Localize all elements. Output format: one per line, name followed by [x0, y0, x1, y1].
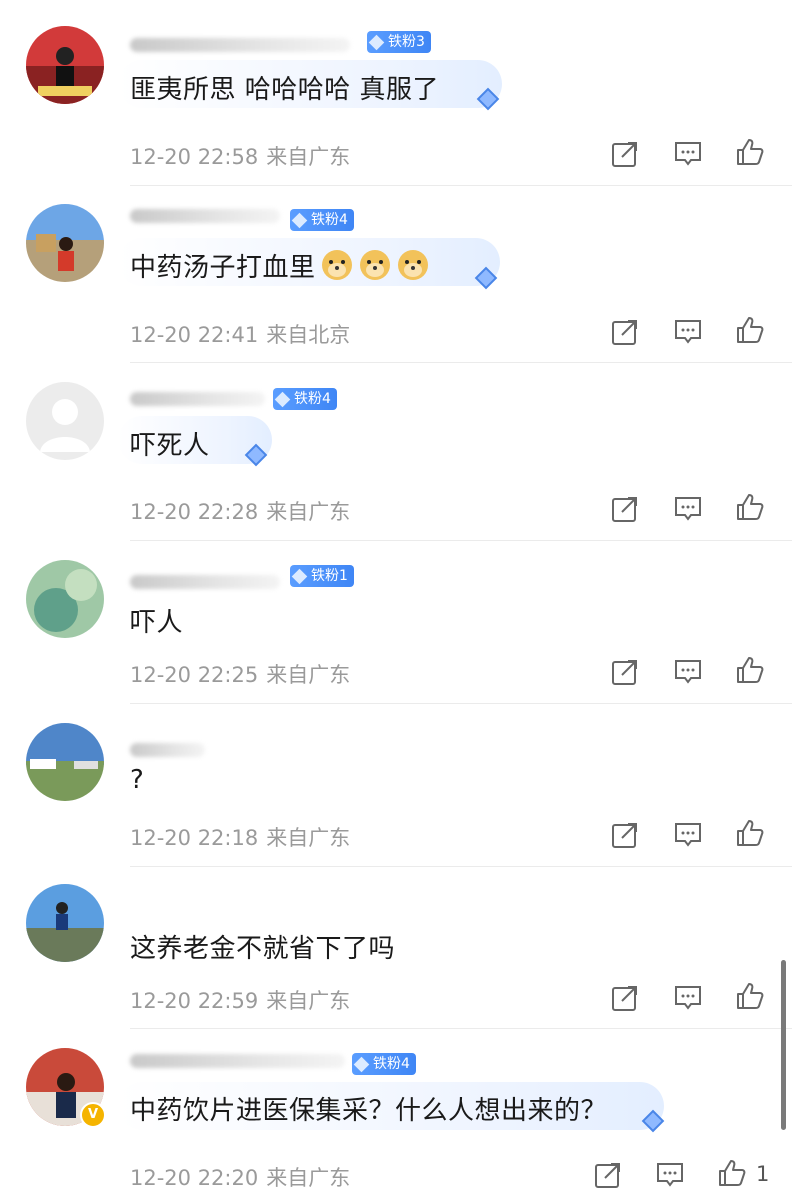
avatar[interactable] — [26, 26, 104, 104]
comment-time: 12-20 22:25 — [130, 663, 259, 687]
fan-badge[interactable]: 铁粉3 — [367, 31, 431, 53]
username-redacted[interactable] — [130, 38, 350, 52]
thumbs-up-icon[interactable] — [735, 655, 765, 685]
comment-icon[interactable] — [655, 1160, 685, 1190]
fan-badge[interactable]: 铁粉4 — [352, 1053, 416, 1075]
comment-icon[interactable] — [673, 317, 703, 347]
scrollbar[interactable] — [781, 960, 786, 1130]
divider — [130, 866, 792, 867]
diamond-icon — [353, 1056, 370, 1072]
thumbs-up-icon[interactable] — [735, 315, 765, 345]
like-count: 1 — [756, 1162, 770, 1186]
comment-meta: 12-20 22:59 来自广东 — [130, 985, 358, 1015]
comment-location: 来自广东 — [266, 500, 351, 524]
comment-time: 12-20 22:59 — [130, 989, 259, 1013]
username-redacted[interactable] — [130, 1054, 345, 1068]
comment-text: 吓人 — [130, 608, 184, 638]
diamond-icon — [368, 34, 385, 50]
fan-badge[interactable]: 铁粉4 — [290, 209, 354, 231]
diamond-icon — [274, 391, 291, 407]
share-icon[interactable] — [610, 657, 640, 687]
divider — [130, 1028, 792, 1029]
thumbs-up-icon[interactable] — [735, 137, 765, 167]
comment-location: 来自广东 — [266, 663, 351, 687]
comment-icon[interactable] — [673, 820, 703, 850]
fan-badge[interactable]: 铁粉1 — [290, 565, 354, 587]
comment-text: 中药汤子打血里 — [130, 247, 430, 284]
comment-text: 中药饮片进医保集采？什么人想出来的？ — [130, 1096, 608, 1126]
avatar[interactable] — [26, 204, 104, 282]
share-icon[interactable] — [610, 494, 640, 524]
avatar[interactable] — [26, 382, 104, 460]
comment-time: 12-20 22:18 — [130, 826, 259, 850]
comment-meta: 12-20 22:41 来自北京 — [130, 319, 358, 349]
comment-text: 匪夷所思 哈哈哈哈 真服了 — [130, 75, 440, 105]
comment-meta: 12-20 22:18 来自广东 — [130, 822, 358, 852]
username-redacted[interactable] — [130, 392, 265, 406]
comment-meta: 12-20 22:58 来自广东 — [130, 141, 358, 171]
comment-location: 来自广东 — [266, 826, 351, 850]
gem-decoration-icon — [641, 1109, 665, 1133]
verified-v-icon: V — [80, 1102, 106, 1128]
comment-text: 吓死人 — [130, 431, 210, 461]
share-icon[interactable] — [610, 139, 640, 169]
comment-icon[interactable] — [673, 494, 703, 524]
comment-location: 来自北京 — [266, 323, 351, 347]
comment-icon[interactable] — [673, 139, 703, 169]
fan-badge[interactable]: 铁粉4 — [273, 388, 337, 410]
diamond-icon — [291, 212, 308, 228]
comment-icon[interactable] — [673, 657, 703, 687]
divider — [130, 362, 792, 363]
comment-icon[interactable] — [673, 983, 703, 1013]
gem-decoration-icon — [476, 87, 500, 111]
thumbs-up-icon[interactable] — [717, 1158, 747, 1188]
comment-time: 12-20 22:20 — [130, 1166, 259, 1190]
thumbs-up-icon[interactable] — [735, 818, 765, 848]
comment-time: 12-20 22:28 — [130, 500, 259, 524]
avatar[interactable] — [26, 723, 104, 801]
comment-text: ? — [130, 765, 145, 795]
doge-emoji-icon — [397, 250, 428, 280]
divider — [130, 540, 792, 541]
gem-decoration-icon — [474, 266, 498, 290]
comment-location: 来自广东 — [266, 1166, 351, 1190]
comment-meta: 12-20 22:20 来自广东 — [130, 1162, 358, 1192]
diamond-icon — [291, 568, 308, 584]
avatar[interactable] — [26, 884, 104, 962]
doge-emoji-icon — [321, 250, 352, 280]
comment-time: 12-20 22:41 — [130, 323, 259, 347]
share-icon[interactable] — [610, 317, 640, 347]
username-redacted[interactable] — [130, 575, 280, 589]
comment-text: 这养老金不就省下了吗 — [130, 934, 396, 964]
thumbs-up-icon[interactable] — [735, 492, 765, 522]
comment-meta: 12-20 22:25 来自广东 — [130, 659, 358, 689]
doge-emoji-icon — [359, 250, 390, 280]
gem-decoration-icon — [244, 443, 268, 467]
share-icon[interactable] — [610, 983, 640, 1013]
comment-location: 来自广东 — [266, 145, 351, 169]
share-icon[interactable] — [593, 1160, 623, 1190]
divider — [130, 185, 792, 186]
username-redacted[interactable] — [130, 743, 205, 757]
comment-meta: 12-20 22:28 来自广东 — [130, 496, 358, 526]
comment-time: 12-20 22:58 — [130, 145, 259, 169]
divider — [130, 703, 792, 704]
thumbs-up-icon[interactable] — [735, 981, 765, 1011]
share-icon[interactable] — [610, 820, 640, 850]
avatar[interactable] — [26, 560, 104, 638]
comment-location: 来自广东 — [266, 989, 351, 1013]
username-redacted[interactable] — [130, 209, 280, 223]
